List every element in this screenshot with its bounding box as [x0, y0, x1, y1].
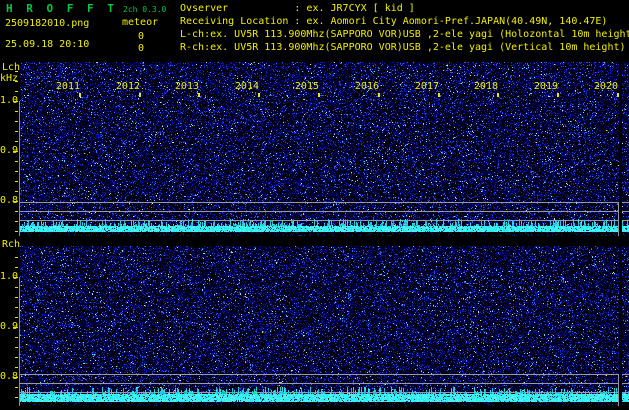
freq-major-tick: [13, 377, 18, 378]
time-label: 2011: [55, 81, 80, 92]
echo-count-lch: 0: [138, 31, 145, 42]
freq-minor-tick: [15, 231, 18, 232]
time-label: 2018: [473, 81, 498, 92]
time-label: 2012: [115, 81, 140, 92]
time-label: 2020: [593, 81, 618, 92]
lch-axis-line: [19, 101, 20, 236]
freq-minor-tick: [15, 111, 18, 112]
freq-label: 1.0: [0, 95, 19, 106]
freq-label: 1.0: [0, 271, 19, 282]
freq-minor-tick: [15, 121, 18, 122]
freq-minor-tick: [15, 181, 18, 182]
freq-minor-tick: [15, 387, 18, 388]
time-label: 2019: [533, 81, 558, 92]
freq-minor-tick: [15, 141, 18, 142]
time-tick: [378, 93, 380, 97]
mode-label: meteor: [122, 17, 159, 28]
freq-major-tick: [13, 201, 18, 202]
rch-axis-label: Rch: [2, 239, 21, 250]
freq-minor-tick: [15, 287, 18, 288]
app-version: 2ch 0.3.0: [123, 5, 167, 14]
freq-minor-tick: [15, 337, 18, 338]
freq-minor-tick: [15, 267, 18, 268]
time-label: 2013: [174, 81, 199, 92]
freq-major-tick: [13, 101, 18, 102]
time-tick: [497, 93, 499, 97]
freq-minor-tick: [15, 71, 18, 72]
khz-unit-label: kHz: [0, 73, 19, 84]
time-label: 2017: [414, 81, 439, 92]
datetime-label: 25.09.18 20:10: [5, 39, 90, 50]
rch-rig-line: R-ch:ex. UV5R 113.900Mhz(SAPPORO VOR)USB…: [180, 42, 626, 53]
echo-count-rch: 0: [138, 43, 145, 54]
location-line: Receiving Location : ex. Aomori City Aom…: [180, 16, 608, 27]
time-tick: [139, 93, 141, 97]
freq-minor-tick: [15, 347, 18, 348]
rch-spectrogram: [20, 246, 629, 406]
time-tick: [557, 93, 559, 97]
freq-minor-tick: [15, 257, 18, 258]
freq-major-tick: [13, 327, 18, 328]
freq-minor-tick: [15, 357, 18, 358]
station-info-block: Ovserver : ex. JR7CYX [ kid ] Receiving …: [180, 2, 629, 54]
hrofft-window: H R O F F T 2ch 0.3.0 2509182010.png met…: [0, 0, 629, 410]
freq-major-tick: [13, 151, 18, 152]
lch-rig-line: L-ch:ex. UV5R 113.900Mhz(SAPPORO VOR)USB…: [180, 29, 629, 40]
time-tick: [438, 93, 440, 97]
freq-major-tick: [13, 277, 18, 278]
freq-minor-tick: [15, 211, 18, 212]
freq-minor-tick: [15, 131, 18, 132]
freq-minor-tick: [15, 81, 18, 82]
time-label: 2015: [294, 81, 319, 92]
app-title: H R O F F T: [6, 2, 118, 15]
time-label: 2016: [354, 81, 379, 92]
freq-minor-tick: [15, 317, 18, 318]
time-tick: [617, 93, 619, 97]
rch-axis-line: [19, 277, 20, 406]
freq-minor-tick: [15, 171, 18, 172]
freq-minor-tick: [15, 161, 18, 162]
freq-label: 0.9: [0, 145, 19, 156]
observer-line: Ovserver : ex. JR7CYX [ kid ]: [180, 3, 415, 14]
freq-minor-tick: [15, 221, 18, 222]
freq-label: 0.8: [0, 371, 19, 382]
freq-minor-tick: [15, 397, 18, 398]
time-tick: [198, 93, 200, 97]
time-label: 2014: [234, 81, 259, 92]
freq-minor-tick: [15, 307, 18, 308]
time-tick: [258, 93, 260, 97]
output-filename: 2509182010.png: [5, 18, 90, 29]
freq-minor-tick: [15, 367, 18, 368]
time-tick: [79, 93, 81, 97]
freq-label: 0.8: [0, 195, 19, 206]
freq-minor-tick: [15, 191, 18, 192]
time-tick: [318, 93, 320, 97]
freq-minor-tick: [15, 297, 18, 298]
freq-minor-tick: [15, 91, 18, 92]
freq-label: 0.9: [0, 321, 19, 332]
